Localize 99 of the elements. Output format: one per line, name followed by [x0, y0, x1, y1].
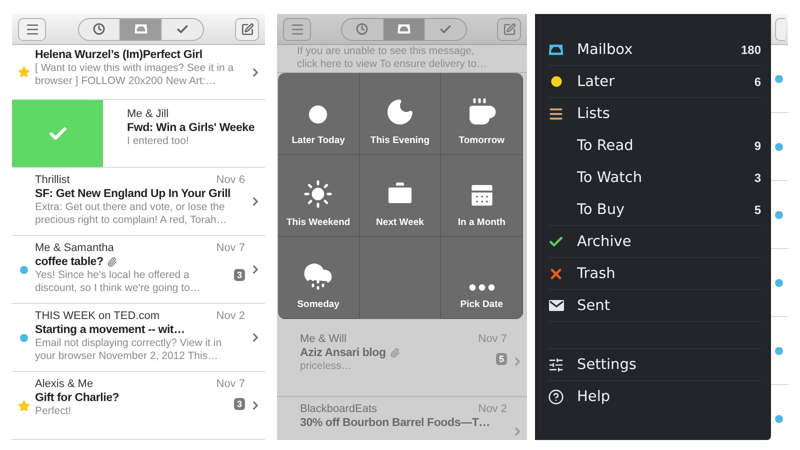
menu-item[interactable]: To Watch 3 — [547, 162, 761, 194]
mail-preview: Yes! Since he's local he offered a discount, so I think we're going to… — [35, 269, 202, 295]
thread-count: 3 — [234, 268, 245, 280]
menu-item[interactable]: Sent — [547, 290, 761, 322]
menu-count: 9 — [754, 139, 761, 153]
mail-preview: I entered too! — [127, 135, 190, 148]
mail-subject: Fwd: Win a Girls' Weeke — [127, 122, 256, 134]
mail-sender: Alexis & Me — [35, 378, 94, 390]
menu-count: 180 — [740, 42, 761, 56]
mailbox-icon — [397, 23, 411, 35]
mail-subject: 30% off Bourbon Barrel Foods—T… — [300, 417, 490, 429]
thread-count: 3 — [234, 398, 245, 410]
mailbox-icon — [134, 23, 148, 35]
mail-sender: Me & Will — [300, 333, 346, 345]
mail-subject: Gift for Charlie? — [35, 392, 120, 404]
thread-count: 5 — [496, 353, 507, 365]
compose-button[interactable] — [497, 18, 521, 40]
mail-date: Nov 7 — [216, 242, 245, 254]
mail-subject: Helena Wurzel’s (Im)Perfect Girl — [35, 49, 202, 61]
rain-cloud-icon — [303, 261, 334, 291]
mail-sender: BlackboardEats — [300, 403, 378, 415]
snooze-option[interactable]: Later Today — [278, 73, 360, 155]
mail-preview: [ Want to view this with images? See it in a browser ] FOLLOW 20x200 New Art:… — [35, 62, 235, 88]
menu-label: Trash — [577, 266, 616, 282]
mail-subject: coffee table? — [35, 256, 104, 268]
menu-item[interactable]: Help — [547, 381, 761, 413]
mail-row[interactable]: THIS WEEK on TED.com Nov 2 Starting a movement -- wit… Email not displaying correctly? View it in your browser November 2, 2012 This… — [12, 304, 265, 372]
mail-sender: Me & Samantha — [35, 242, 114, 254]
mail-row[interactable]: Me & Samantha Nov 7 coffee table? Yes! Since he's local he offered a discount, so I think we're going to… 3 — [12, 236, 265, 304]
mailbox-icon — [548, 43, 564, 56]
menu-item[interactable]: Lists — [547, 98, 761, 130]
snooze-option[interactable]: Pick Date — [441, 237, 523, 319]
snooze-option[interactable]: This Weekend — [278, 155, 360, 237]
moon-icon — [384, 97, 415, 127]
settings-icon — [548, 356, 564, 372]
compose-icon — [240, 22, 254, 36]
snooze-option[interactable]: In a Month — [441, 155, 523, 237]
menu-label: To Read — [577, 138, 634, 154]
menu-icon — [290, 22, 304, 36]
menu-label: Mailbox — [577, 42, 634, 58]
mail-sender: Thrillist — [35, 174, 70, 186]
mail-subject: Aziz Ansari blog — [300, 347, 386, 359]
check-icon — [439, 22, 452, 36]
clock-icon — [548, 74, 564, 89]
snooze-option[interactable]: Tomorrow — [441, 73, 523, 155]
menu-item[interactable]: Mailbox 180 — [547, 34, 761, 66]
mail-sender: THIS WEEK on TED.com — [35, 310, 160, 322]
menu-label: Help — [577, 389, 612, 405]
menu-item[interactable]: Trash — [547, 258, 761, 290]
mail-subject: SF: Get New England Up In Your Grill — [35, 188, 231, 200]
mail-date: Nov 6 — [216, 174, 245, 186]
menu-count: 3 — [754, 171, 761, 185]
snooze-option[interactable]: Someday — [278, 237, 360, 319]
mail-preview: Extra: Get out there and vote, or lose the precious right to complain! A red, Torah… — [35, 201, 228, 227]
mail-date: Nov 2 — [478, 403, 507, 415]
menu-label: Sent — [577, 298, 612, 314]
clock-icon — [356, 23, 368, 35]
mail-row[interactable]: Alexis & Me Nov 7 Gift for Charlie? Perfect! 3 — [12, 372, 265, 440]
mail-date: Nov 7 — [216, 378, 245, 390]
menu-label: Archive — [577, 234, 632, 250]
envelope-icon — [548, 300, 564, 311]
menu-button[interactable] — [283, 18, 311, 40]
menu-item[interactable]: Later 6 — [547, 66, 761, 98]
mail-subject: Starting a movement -- wit… — [35, 324, 185, 336]
menu-count: 5 — [754, 202, 761, 216]
mail-row[interactable]: Thrillist Nov 6 SF: Get New England Up In Your Grill Extra: Get out there and vote, or lose the precious right to complain! A red, Torah… — [12, 168, 265, 236]
menu-count: 6 — [754, 74, 761, 88]
view-tab[interactable] — [119, 18, 161, 40]
list-icon — [548, 106, 564, 122]
sun-icon — [303, 179, 334, 209]
menu-icon — [24, 22, 40, 36]
mail-preview: Email not displaying correctly? View it in your browser November 2, 2012 This… — [35, 337, 223, 363]
mail-date: Nov 2 — [216, 310, 245, 322]
menu-item[interactable]: To Read 9 — [547, 130, 761, 162]
menu-label: To Watch — [577, 170, 644, 186]
swiped-mail-row[interactable]: Me & Jill Fwd: Win a Girls' Weeke I entered too! — [12, 100, 265, 168]
menu-item[interactable]: To Buy 5 — [547, 194, 761, 226]
coffee-cup-icon — [466, 97, 497, 127]
mail-preview: Perfect! — [35, 405, 72, 418]
compose-button[interactable] — [235, 18, 259, 40]
menu-label: Settings — [577, 356, 638, 372]
menu-label: To Buy — [577, 202, 626, 218]
dots-icon — [468, 284, 495, 291]
menu-label: Lists — [577, 106, 611, 122]
menu-button[interactable] — [18, 18, 46, 40]
snooze-option[interactable]: This Evening — [360, 73, 442, 155]
mail-date: Nov 7 — [478, 333, 507, 345]
snooze-option[interactable]: Next Week — [360, 155, 442, 237]
check-icon — [176, 22, 189, 36]
clock-icon — [92, 23, 105, 35]
mail-sender: Me & Jill — [127, 108, 170, 120]
menu-item[interactable]: Archive — [547, 226, 761, 258]
view-tab[interactable] — [382, 18, 424, 40]
help-icon — [548, 389, 564, 405]
compose-icon — [502, 22, 516, 36]
menu-item[interactable]: Settings — [547, 349, 761, 381]
menu-label: Later — [577, 74, 616, 90]
mail-preview: priceless… — [300, 360, 353, 373]
mail-preview: If you are unable to see this message, click here to view To ensure delivery to… — [297, 45, 488, 71]
